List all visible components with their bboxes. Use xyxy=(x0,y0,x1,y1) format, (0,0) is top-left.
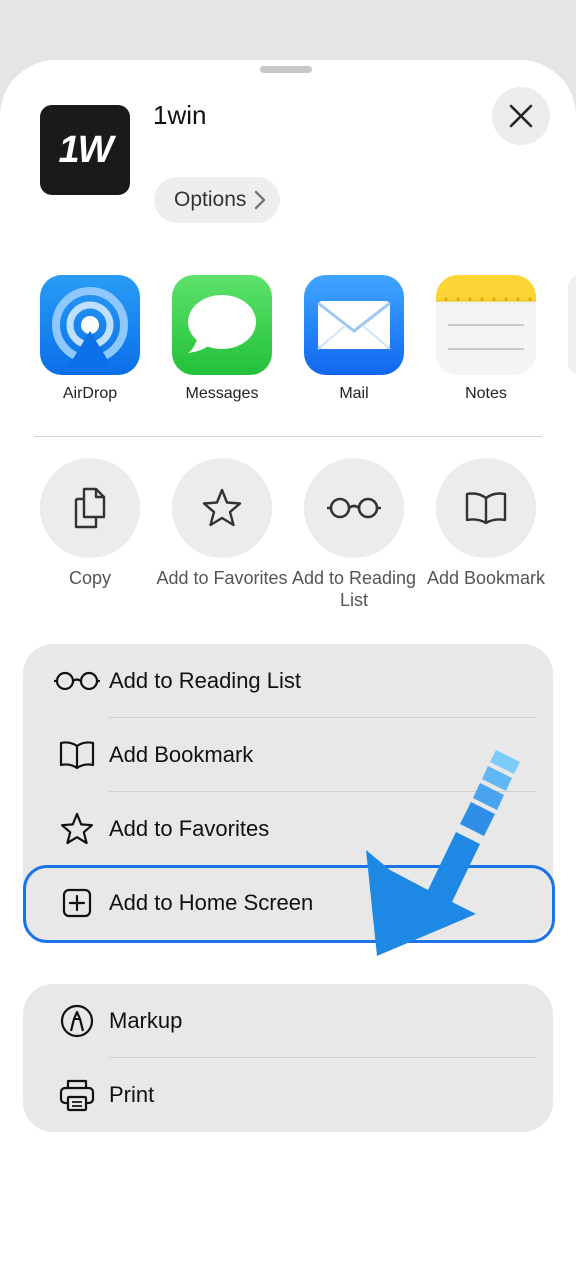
list-item-label: Add to Reading List xyxy=(109,668,302,693)
close-button[interactable] xyxy=(492,87,550,145)
list-item-add-to-reading-list[interactable]: Add to Reading List xyxy=(23,644,553,718)
action-label: Add to Favorites xyxy=(156,568,288,588)
copy-button-circle xyxy=(40,458,140,558)
airdrop-icon xyxy=(40,275,140,375)
share-app-airdrop[interactable]: AirDrop xyxy=(40,275,140,403)
share-sheet: 1W 1win Options AirDrop Messages Mail No… xyxy=(0,60,576,1280)
chevron-right-icon xyxy=(255,190,266,210)
share-app-label: Messages xyxy=(185,385,259,402)
list-item-label: Markup xyxy=(109,1008,183,1033)
sheet-grabber[interactable] xyxy=(260,66,312,73)
share-app-label: Notes xyxy=(465,385,507,402)
plus-square-icon xyxy=(53,883,101,923)
bookmark-button-circle xyxy=(436,458,536,558)
copy-icon xyxy=(74,487,106,529)
list-item-label: Print xyxy=(109,1082,155,1107)
list-item-label: Add to Favorites xyxy=(109,816,270,841)
markup-icon xyxy=(53,1001,101,1041)
messages-icon xyxy=(172,275,272,375)
notes-icon xyxy=(436,275,536,375)
printer-icon xyxy=(53,1075,101,1115)
action-add-bookmark[interactable]: Add Bookmark xyxy=(420,458,552,589)
share-app-messages[interactable]: Messages xyxy=(172,275,272,403)
secondary-action-list: Markup Print xyxy=(23,984,553,1132)
list-item-label: Add to Home Screen xyxy=(109,890,314,915)
more-apps-icon xyxy=(568,275,576,375)
glasses-icon xyxy=(327,497,381,519)
action-label: Copy xyxy=(68,568,112,588)
close-icon xyxy=(509,104,533,128)
action-add-to-favorites[interactable]: Add to Favorites xyxy=(156,458,288,589)
share-app-more[interactable] xyxy=(568,275,576,375)
pointer-arrow-icon xyxy=(366,750,520,956)
share-app-label: Mail xyxy=(339,385,369,402)
mail-icon xyxy=(304,275,404,375)
share-apps-row: AirDrop Messages Mail Notes xyxy=(40,275,576,425)
book-icon xyxy=(53,735,101,775)
app-title: 1win xyxy=(153,100,207,130)
list-item-print[interactable]: Print xyxy=(23,1058,553,1132)
list-item-markup[interactable]: Markup xyxy=(23,984,553,1058)
favorites-button-circle xyxy=(172,458,272,558)
book-icon xyxy=(465,492,507,525)
options-label: Options xyxy=(174,188,247,211)
glasses-icon xyxy=(53,661,101,701)
action-add-to-reading-list[interactable]: Add to Reading List xyxy=(288,458,420,611)
star-icon xyxy=(202,488,242,527)
section-divider xyxy=(34,436,542,437)
options-button[interactable]: Options xyxy=(154,177,281,223)
star-icon xyxy=(53,809,101,849)
app-logo: 1W xyxy=(40,105,130,195)
action-copy[interactable]: Copy xyxy=(24,458,156,589)
app-logo-text: 1W xyxy=(58,128,114,171)
share-app-notes[interactable]: Notes xyxy=(436,275,536,403)
list-item-label: Add Bookmark xyxy=(109,742,254,767)
reading-list-button-circle xyxy=(304,458,404,558)
action-label: Add Bookmark xyxy=(426,568,546,588)
share-app-label: AirDrop xyxy=(62,385,118,402)
share-app-mail[interactable]: Mail xyxy=(304,275,404,403)
action-label: Add to Reading List xyxy=(291,568,417,610)
